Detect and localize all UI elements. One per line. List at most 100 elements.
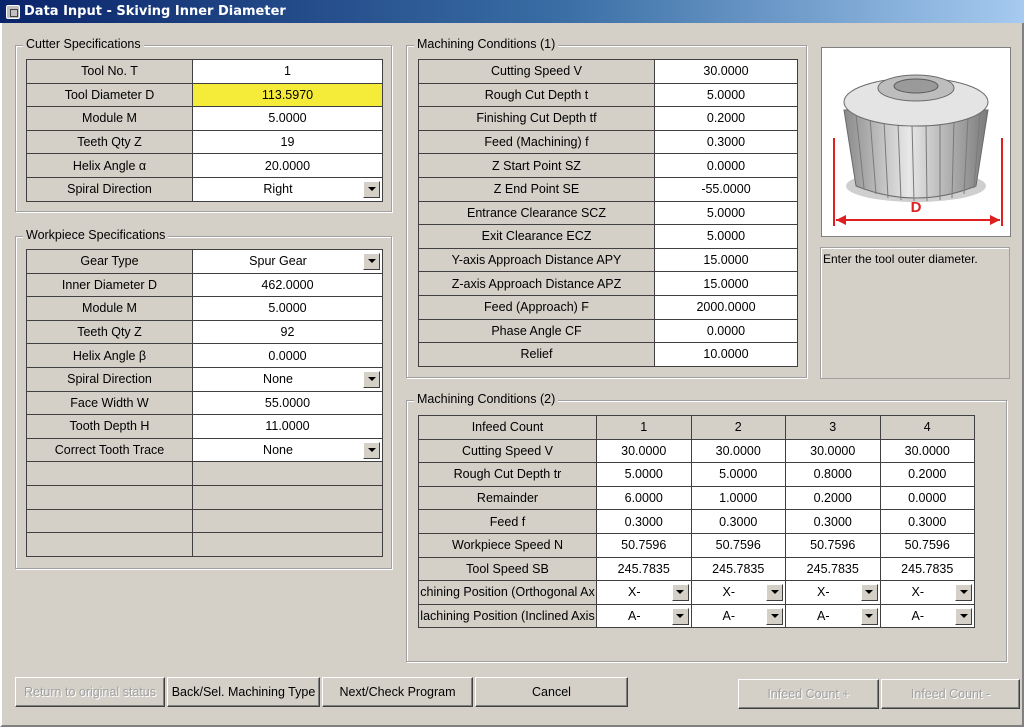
column-header[interactable]: 2 (690, 415, 786, 440)
chevron-down-icon[interactable] (671, 607, 689, 625)
chevron-down-icon[interactable] (363, 441, 380, 459)
table-cell[interactable]: 0.3000 (879, 509, 975, 534)
z-start-point-field[interactable]: 0.0000 (654, 153, 798, 178)
table-cell[interactable]: 50.7596 (690, 532, 786, 558)
table-cell[interactable]: 30.0000 (785, 438, 881, 464)
inclined-axis-dropdown[interactable]: A- (690, 603, 786, 629)
table-row: Tooth Depth H 11.0000 (26, 414, 383, 439)
infeed-count-minus-button[interactable]: Infeed Count - (881, 679, 1020, 709)
infeed-count-plus-button[interactable]: Infeed Count + (738, 679, 879, 709)
gear-type-dropdown[interactable]: Spur Gear (192, 249, 383, 274)
table-cell[interactable]: 30.0000 (690, 438, 786, 464)
table-row: Tool Speed SB 245.7835 245.7835 245.7835… (418, 556, 975, 582)
chevron-down-icon[interactable] (363, 370, 380, 388)
table-row: chining Position (Orthogonal Ax X- X- X-… (418, 580, 975, 605)
tooth-depth-field[interactable]: 11.0000 (192, 414, 383, 439)
tool-no-field[interactable]: 1 (192, 59, 383, 84)
correct-tooth-trace-dropdown[interactable]: None (192, 437, 383, 463)
z-end-point-field[interactable]: -55.0000 (654, 176, 798, 202)
chevron-down-icon[interactable] (363, 252, 380, 270)
row-label: Feed (Machining) f (418, 129, 655, 155)
table-cell[interactable]: 6.0000 (596, 485, 692, 511)
chevron-down-icon[interactable] (955, 583, 972, 601)
workpiece-teeth-field[interactable]: 92 (192, 319, 383, 345)
row-label: Spiral Direction (26, 176, 193, 202)
table-cell[interactable]: 30.0000 (596, 438, 692, 464)
workpiece-helix-field[interactable]: 0.0000 (192, 343, 383, 368)
tool-diameter-field[interactable]: 113.5970 (192, 82, 383, 108)
back-select-machining-type-button[interactable]: Back/Sel. Machining Type (167, 677, 320, 707)
table-cell[interactable]: 0.8000 (785, 462, 881, 487)
table-cell[interactable]: 245.7835 (879, 556, 975, 582)
feed-approach-field[interactable]: 2000.0000 (654, 294, 798, 320)
exit-clearance-field[interactable]: 5.0000 (654, 224, 798, 249)
face-width-field[interactable]: 55.0000 (192, 390, 383, 416)
empty-row (26, 508, 383, 534)
column-header[interactable]: 1 (596, 415, 692, 440)
cutter-teeth-field[interactable]: 19 (192, 129, 383, 155)
cutter-module-field[interactable]: 5.0000 (192, 106, 383, 131)
table-cell[interactable]: 1.0000 (690, 485, 786, 511)
chevron-down-icon[interactable] (955, 607, 972, 625)
orthogonal-axis-dropdown[interactable]: X- (785, 580, 881, 605)
row-label: Rough Cut Depth t (418, 82, 655, 108)
cutter-helix-field[interactable]: 20.0000 (192, 153, 383, 178)
inclined-axis-dropdown[interactable]: A- (879, 603, 975, 629)
chevron-down-icon[interactable] (860, 607, 878, 625)
table-row: Cutting Speed V 30.0000 (418, 59, 798, 84)
inclined-axis-dropdown[interactable]: A- (785, 603, 881, 629)
table-cell[interactable]: 245.7835 (785, 556, 881, 582)
orthogonal-axis-dropdown[interactable]: X- (879, 580, 975, 605)
table-cell[interactable]: 0.3000 (596, 509, 692, 534)
cutting-speed-field[interactable]: 30.0000 (654, 59, 798, 84)
entrance-clearance-field[interactable]: 5.0000 (654, 200, 798, 226)
rough-cut-depth-field[interactable]: 5.0000 (654, 82, 798, 108)
next-check-program-button[interactable]: Next/Check Program (322, 677, 473, 707)
y-approach-distance-field[interactable]: 15.0000 (654, 247, 798, 273)
inner-diameter-field[interactable]: 462.0000 (192, 272, 383, 298)
cancel-button[interactable]: Cancel (475, 677, 628, 707)
row-label: Feed f (418, 509, 597, 534)
table-cell[interactable]: 50.7596 (596, 532, 692, 558)
workpiece-module-field[interactable]: 5.0000 (192, 296, 383, 321)
table-cell[interactable]: 50.7596 (879, 532, 975, 558)
chevron-down-icon[interactable] (860, 583, 878, 601)
row-label: Y-axis Approach Distance APY (418, 247, 655, 273)
return-original-button[interactable]: Return to original status (15, 677, 165, 707)
table-cell[interactable]: 0.2000 (879, 462, 975, 487)
relief-field[interactable]: 10.0000 (654, 342, 798, 367)
feed-machining-field[interactable]: 0.3000 (654, 129, 798, 155)
inclined-axis-dropdown[interactable]: A- (596, 603, 692, 629)
table-cell[interactable]: 245.7835 (596, 556, 692, 582)
table-cell[interactable]: 50.7596 (785, 532, 881, 558)
cutter-spiral-dropdown[interactable]: Right (192, 176, 383, 202)
chevron-down-icon[interactable] (671, 583, 689, 601)
table-row: Remainder 6.0000 1.0000 0.2000 0.0000 (418, 485, 975, 511)
chevron-down-icon[interactable] (766, 607, 783, 625)
finishing-cut-depth-field[interactable]: 0.2000 (654, 106, 798, 131)
table-row: Cutting Speed V 30.0000 30.0000 30.0000 … (418, 438, 975, 464)
table-cell[interactable]: 245.7835 (690, 556, 786, 582)
window-menu-icon[interactable] (6, 4, 20, 19)
row-label: Tool Diameter D (26, 82, 193, 108)
column-header[interactable]: 3 (785, 415, 881, 440)
orthogonal-axis-dropdown[interactable]: X- (690, 580, 786, 605)
orthogonal-axis-dropdown[interactable]: X- (596, 580, 692, 605)
row-label: Rough Cut Depth tr (418, 462, 597, 487)
chevron-down-icon[interactable] (766, 583, 783, 601)
table-cell[interactable]: 0.3000 (690, 509, 786, 534)
table-cell[interactable]: 30.0000 (879, 438, 975, 464)
phase-angle-field[interactable]: 0.0000 (654, 318, 798, 344)
z-approach-distance-field[interactable]: 15.0000 (654, 271, 798, 296)
table-cell[interactable]: 0.3000 (785, 509, 881, 534)
table-cell[interactable]: 0.2000 (785, 485, 881, 511)
table-row: Workpiece Speed N 50.7596 50.7596 50.759… (418, 532, 975, 558)
table-cell[interactable]: 5.0000 (690, 462, 786, 487)
row-label: Module M (26, 106, 193, 131)
dropdown-value: A- (817, 609, 830, 624)
workpiece-spiral-dropdown[interactable]: None (192, 366, 383, 392)
table-cell[interactable]: 0.0000 (879, 485, 975, 511)
chevron-down-icon[interactable] (363, 180, 380, 198)
table-cell[interactable]: 5.0000 (596, 462, 692, 487)
column-header[interactable]: 4 (879, 415, 975, 440)
